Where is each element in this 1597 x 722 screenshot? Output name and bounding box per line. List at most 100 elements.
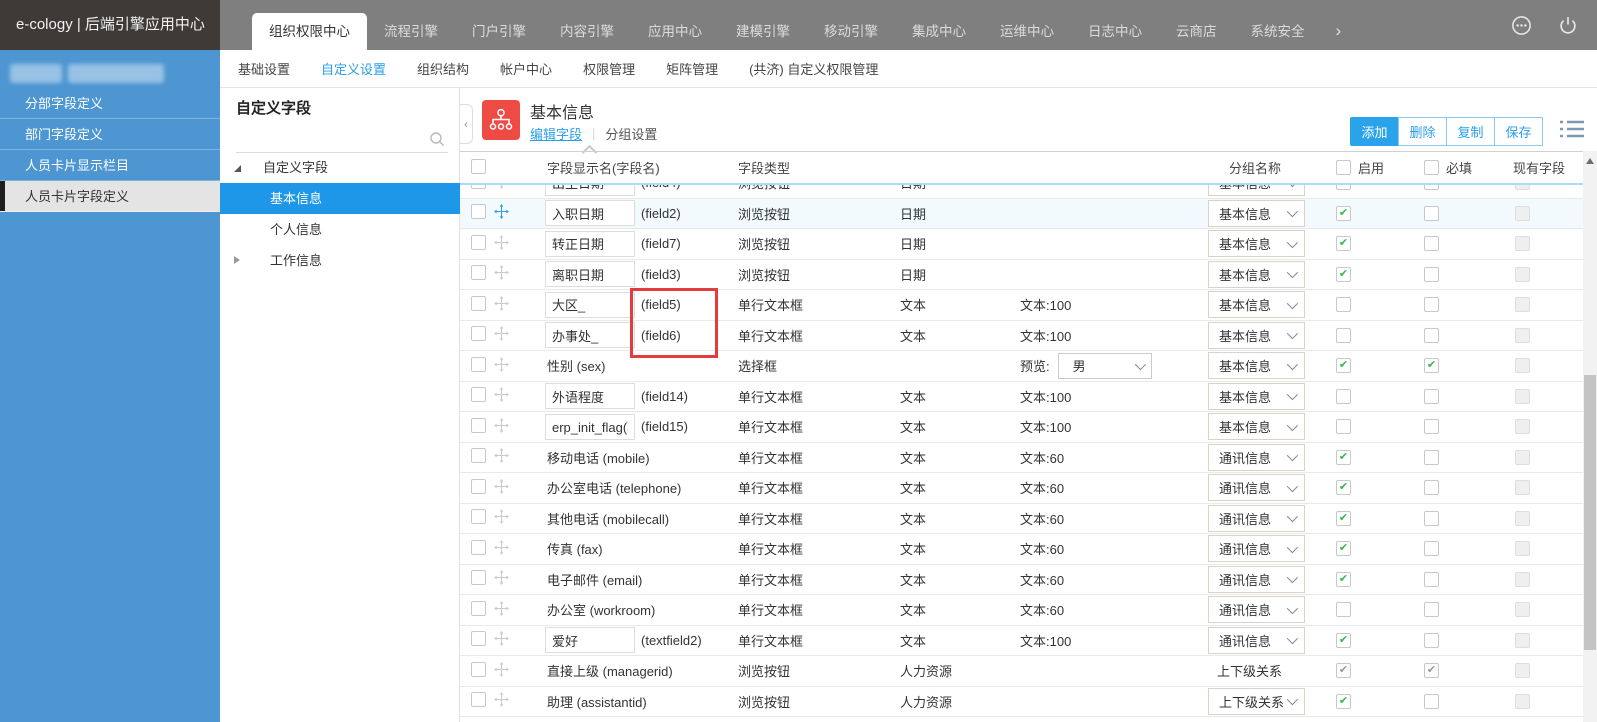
tree-node[interactable]: 基本信息 xyxy=(220,183,466,214)
move-handle-icon[interactable] xyxy=(494,326,509,344)
tree-collapsed-icon[interactable] xyxy=(234,256,240,264)
group-dropdown[interactable]: 基本信息 xyxy=(1208,352,1305,380)
power-icon[interactable] xyxy=(1557,14,1579,36)
row-select-checkbox[interactable] xyxy=(471,326,486,342)
edit-fields-link[interactable]: 编辑字段 xyxy=(530,124,582,143)
top-tab[interactable]: 集成中心 xyxy=(895,13,983,50)
add-button[interactable]: 添加 xyxy=(1350,117,1399,146)
required-checkbox[interactable]: ✔ xyxy=(1424,663,1439,679)
field-name-input[interactable] xyxy=(545,291,635,318)
sidebar-item[interactable]: 人员卡片显示栏目 xyxy=(0,150,220,181)
group-dropdown[interactable]: 通讯信息 xyxy=(1208,474,1305,502)
move-handle-icon[interactable] xyxy=(494,509,509,527)
move-handle-icon[interactable] xyxy=(494,295,509,314)
enabled-checkbox[interactable]: ✔ xyxy=(1336,510,1351,526)
enabled-checkbox[interactable]: ✔ xyxy=(1336,449,1351,465)
row-select-checkbox[interactable] xyxy=(471,417,486,433)
row-select-checkbox[interactable] xyxy=(471,356,486,372)
row-select-checkbox[interactable] xyxy=(471,631,486,647)
group-dropdown[interactable]: 基本信息 xyxy=(1208,230,1305,258)
group-dropdown[interactable]: 基本信息 xyxy=(1208,321,1305,349)
scrollbar-thumb[interactable] xyxy=(1584,375,1596,650)
required-checkbox[interactable] xyxy=(1424,205,1439,221)
group-dropdown[interactable]: 基本信息 xyxy=(1208,185,1305,197)
top-tab[interactable]: 云商店 xyxy=(1159,13,1234,50)
row-select-checkbox[interactable] xyxy=(471,661,486,677)
enabled-checkbox[interactable] xyxy=(1336,185,1351,191)
require-all-checkbox[interactable] xyxy=(1424,160,1439,175)
field-name-input[interactable] xyxy=(545,322,635,349)
top-tab[interactable]: 系统安全 xyxy=(1234,13,1322,50)
toolbar-button[interactable]: 复制 xyxy=(1446,117,1495,146)
top-tab[interactable]: 移动引擎 xyxy=(807,13,895,50)
move-handle-icon[interactable] xyxy=(494,387,509,405)
group-dropdown[interactable]: 上下级关系 xyxy=(1208,687,1305,715)
enabled-checkbox[interactable]: ✔ xyxy=(1336,480,1351,496)
top-tab[interactable]: 运维中心 xyxy=(983,13,1071,50)
row-select-checkbox[interactable] xyxy=(471,692,486,708)
toolbar-button[interactable]: 删除 xyxy=(1398,117,1447,146)
required-checkbox[interactable] xyxy=(1424,602,1439,618)
enabled-checkbox[interactable]: ✔ xyxy=(1336,541,1351,557)
required-checkbox[interactable] xyxy=(1424,388,1439,404)
tree-node[interactable]: 个人信息 xyxy=(220,214,460,245)
enabled-checkbox[interactable] xyxy=(1336,388,1351,404)
enabled-checkbox[interactable]: ✔ xyxy=(1336,205,1351,221)
top-tab[interactable]: 日志中心 xyxy=(1071,13,1159,50)
subnav-item[interactable]: 帐户中心 xyxy=(500,59,552,78)
row-select-checkbox[interactable] xyxy=(471,478,486,494)
row-select-checkbox[interactable] xyxy=(471,204,486,220)
enabled-checkbox[interactable]: ✔ xyxy=(1336,632,1351,648)
row-select-checkbox[interactable] xyxy=(471,600,486,616)
row-select-checkbox[interactable] xyxy=(471,387,486,403)
enabled-checkbox[interactable]: ✔ xyxy=(1336,266,1351,282)
required-checkbox[interactable] xyxy=(1424,571,1439,587)
top-tab[interactable]: 建模引擎 xyxy=(719,13,807,50)
tree-node[interactable]: 工作信息 xyxy=(220,245,460,276)
move-handle-icon[interactable] xyxy=(494,478,509,497)
required-checkbox[interactable] xyxy=(1424,449,1439,465)
subnav-item[interactable]: 自定义设置 xyxy=(321,59,386,78)
top-tab[interactable]: 流程引擎 xyxy=(367,13,455,50)
preview-select[interactable]: 男 xyxy=(1057,352,1152,379)
required-checkbox[interactable] xyxy=(1424,510,1439,526)
row-select-checkbox[interactable] xyxy=(471,265,486,281)
required-checkbox[interactable] xyxy=(1424,297,1439,313)
group-dropdown[interactable]: 通讯信息 xyxy=(1208,626,1305,654)
group-settings-link[interactable]: 分组设置 xyxy=(605,124,657,143)
required-checkbox[interactable] xyxy=(1424,236,1439,252)
list-menu-icon[interactable] xyxy=(1559,118,1586,143)
required-checkbox[interactable] xyxy=(1424,693,1439,709)
enabled-checkbox[interactable]: ✔ xyxy=(1336,571,1351,587)
row-select-checkbox[interactable] xyxy=(471,295,486,311)
move-handle-icon[interactable] xyxy=(494,692,509,710)
group-dropdown[interactable]: 通讯信息 xyxy=(1208,443,1305,471)
row-select-checkbox[interactable] xyxy=(471,234,486,250)
enabled-checkbox[interactable]: ✔ xyxy=(1336,236,1351,252)
required-checkbox[interactable] xyxy=(1424,632,1439,648)
enabled-checkbox[interactable]: ✔ xyxy=(1336,663,1351,679)
more-tabs-arrow-icon[interactable]: › xyxy=(1322,13,1356,50)
subnav-item[interactable]: 矩阵管理 xyxy=(666,59,718,78)
field-name-input[interactable] xyxy=(545,413,635,440)
search-input[interactable] xyxy=(236,126,426,152)
top-tab[interactable]: 应用中心 xyxy=(631,13,719,50)
panel-collapse-handle[interactable]: ‹ xyxy=(460,104,473,144)
field-name-input[interactable] xyxy=(545,261,635,288)
row-select-checkbox[interactable] xyxy=(471,570,486,586)
sidebar-item[interactable]: 人员卡片字段定义 xyxy=(0,181,220,212)
move-handle-icon[interactable] xyxy=(494,417,509,436)
tree-node[interactable]: 自定义字段 xyxy=(220,152,460,183)
toolbar-button[interactable]: 保存 xyxy=(1494,117,1543,146)
enabled-checkbox[interactable] xyxy=(1336,602,1351,618)
row-select-checkbox[interactable] xyxy=(471,509,486,525)
required-checkbox[interactable] xyxy=(1424,185,1439,191)
scrollbar-up-arrow[interactable] xyxy=(1586,158,1594,164)
required-checkbox[interactable]: ✔ xyxy=(1424,358,1439,374)
sidebar-item[interactable]: 部门字段定义 xyxy=(0,119,220,150)
field-name-input[interactable] xyxy=(545,230,635,257)
ellipsis-circle-icon[interactable] xyxy=(1510,14,1533,37)
field-name-input[interactable] xyxy=(545,200,635,227)
sidebar-item[interactable]: 分部字段定义 xyxy=(0,88,220,119)
move-handle-icon[interactable] xyxy=(494,631,509,649)
